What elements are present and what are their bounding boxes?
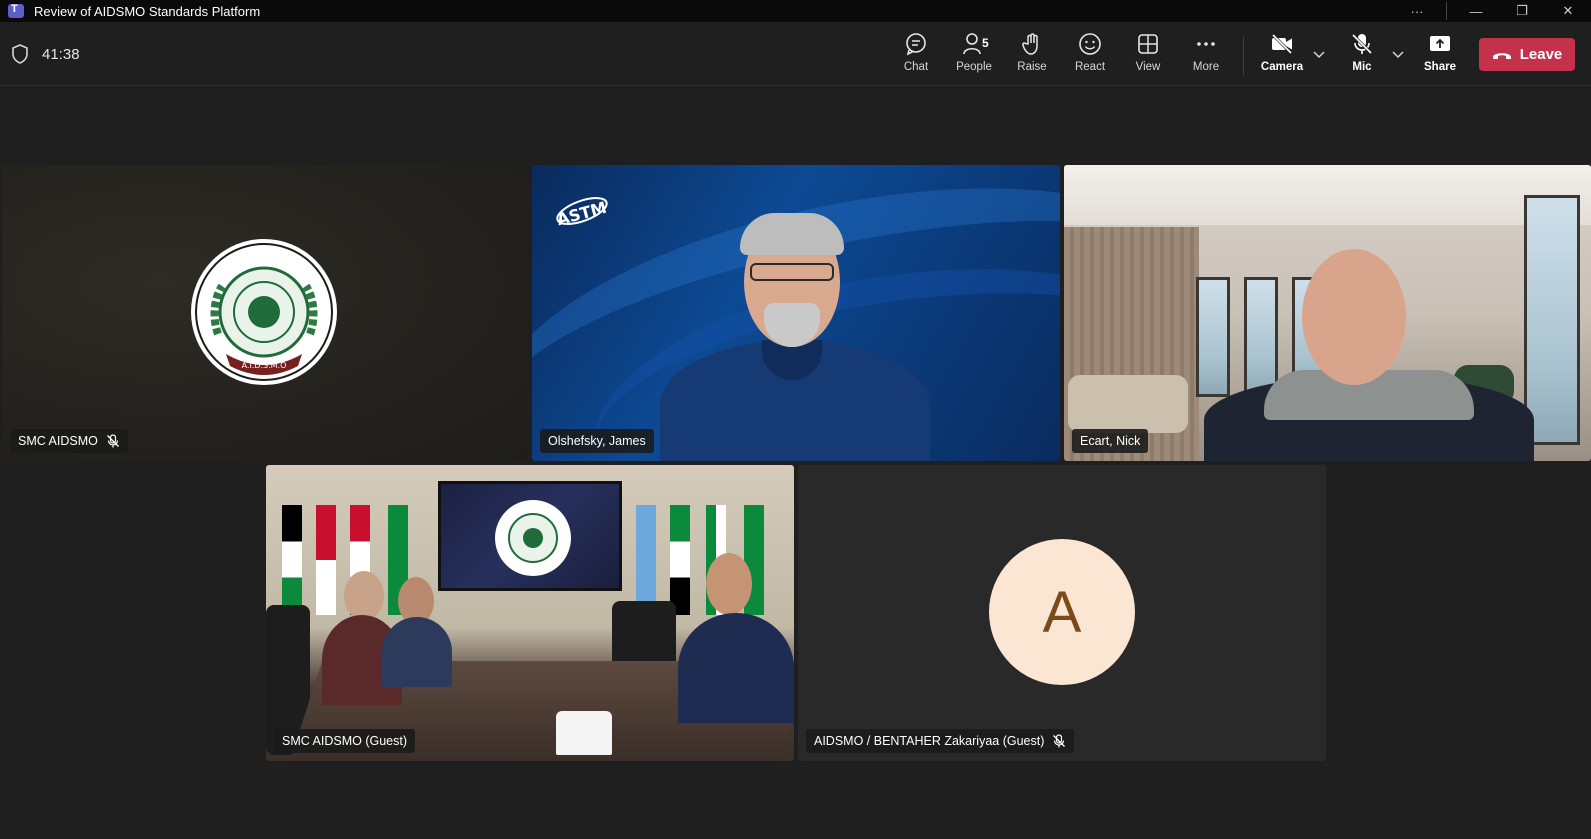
tissue-box — [556, 711, 612, 755]
seal-text: A.I.D.S.M.O — [242, 361, 287, 370]
window-controls: ··· — ❐ ✕ — [1394, 0, 1591, 22]
participant-face — [1302, 249, 1406, 385]
people-count-badge: 5 — [982, 36, 989, 50]
teams-logo-icon — [8, 3, 24, 18]
flag — [636, 505, 656, 615]
flag — [670, 505, 690, 615]
participant-name: SMC AIDSMO (Guest) — [282, 734, 408, 748]
ellipsis-icon — [1194, 32, 1218, 56]
participant-name: SMC AIDSMO — [18, 434, 98, 448]
video-tile-ecart-nick[interactable]: Ecart, Nick — [1064, 165, 1591, 461]
participant-name: AIDSMO / BENTAHER Zakariyaa (Guest) — [814, 734, 1045, 748]
attendee-body — [678, 613, 794, 723]
eyeglasses-icon — [750, 263, 834, 281]
aidsmo-seal-logo-icon: A.I.D.S.M.O — [191, 239, 337, 385]
video-tile-smc-aidsmo-guest[interactable]: SMC AIDSMO (Guest) — [266, 465, 794, 761]
view-button[interactable]: View — [1120, 32, 1176, 78]
share-button[interactable]: Share — [1412, 32, 1468, 78]
close-button[interactable]: ✕ — [1545, 0, 1591, 22]
flag — [282, 505, 302, 615]
phone-hangup-icon — [1492, 52, 1511, 59]
leave-button[interactable]: Leave — [1479, 38, 1575, 71]
minimize-button[interactable]: — — [1453, 0, 1499, 22]
astm-logo-text: ASTM — [555, 198, 609, 229]
room-window — [1244, 277, 1278, 397]
participant-name-tag: Olshefsky, James — [540, 429, 654, 453]
room-window — [1196, 277, 1230, 397]
muted-mic-icon — [1052, 734, 1066, 748]
react-label: React — [1074, 61, 1106, 73]
mic-button[interactable]: Mic — [1334, 32, 1390, 78]
window-more-button[interactable]: ··· — [1394, 0, 1440, 22]
avatar: A — [989, 539, 1135, 685]
avatar-initial: A — [1042, 579, 1082, 645]
room-window — [1524, 195, 1580, 445]
meeting-timer: 41:38 — [42, 46, 80, 63]
camera-button[interactable]: Camera — [1254, 32, 1310, 78]
attendee-face — [344, 571, 384, 621]
restore-button[interactable]: ❐ — [1499, 0, 1545, 22]
share-label: Share — [1424, 61, 1456, 73]
react-button[interactable]: React — [1062, 32, 1118, 78]
people-button[interactable]: 5 People — [946, 32, 1002, 78]
chat-button[interactable]: Chat — [888, 32, 944, 78]
chat-icon — [904, 32, 928, 56]
more-button[interactable]: More — [1178, 32, 1234, 78]
mic-options-chevron-icon[interactable] — [1391, 48, 1405, 62]
attendee-body — [382, 617, 452, 687]
camera-label: Camera — [1260, 61, 1304, 73]
share-screen-icon — [1428, 32, 1452, 56]
chat-label: Chat — [903, 61, 929, 73]
participant-name: Ecart, Nick — [1080, 434, 1141, 448]
participant-name-tag: SMC AIDSMO — [10, 429, 128, 453]
camera-options-chevron-icon[interactable] — [1312, 48, 1326, 62]
video-tile-bentaher-zakariyaa-guest[interactable]: A AIDSMO / BENTAHER Zakariyaa (Guest) — [798, 465, 1326, 761]
raise-label: Raise — [1017, 61, 1047, 73]
participant-name: Olshefsky, James — [548, 434, 646, 448]
astm-logo-icon: ASTM — [555, 197, 609, 229]
mic-label: Mic — [1352, 61, 1372, 73]
camera-off-icon — [1270, 32, 1294, 56]
mic-off-icon — [1350, 32, 1374, 56]
participant-hair — [740, 213, 844, 255]
smiley-icon — [1078, 32, 1102, 56]
attendee-face — [706, 553, 752, 615]
view-label: View — [1135, 61, 1161, 73]
aidsmo-seal-logo-icon — [495, 500, 571, 576]
participant-name-tag: AIDSMO / BENTAHER Zakariyaa (Guest) — [806, 729, 1075, 753]
people-label: People — [956, 61, 992, 73]
video-tile-smc-aidsmo[interactable]: A.I.D.S.M.O SMC AIDSMO — [2, 165, 528, 461]
window-controls-divider — [1446, 2, 1447, 20]
title-bar: Review of AIDSMO Standards Platform ··· … — [0, 0, 1591, 22]
window-title: Review of AIDSMO Standards Platform — [34, 3, 261, 19]
leave-label: Leave — [1519, 46, 1563, 63]
wall-display-screen — [438, 481, 622, 591]
meeting-toolbar: 41:38 Chat 5 People Raise React View Mor… — [0, 22, 1591, 86]
grid-view-icon — [1136, 32, 1160, 56]
hand-icon — [1020, 32, 1044, 56]
flag — [316, 505, 336, 615]
raise-hand-button[interactable]: Raise — [1004, 32, 1060, 78]
participant-name-tag: Ecart, Nick — [1072, 429, 1149, 453]
sofa — [1068, 375, 1188, 433]
shield-icon[interactable] — [12, 44, 28, 64]
more-label: More — [1192, 61, 1220, 73]
participant-name-tag: SMC AIDSMO (Guest) — [274, 729, 416, 753]
video-tile-olshefsky-james[interactable]: ASTM Olshefsky, James — [532, 165, 1060, 461]
room-ceiling — [1064, 165, 1591, 225]
muted-mic-icon — [106, 434, 120, 448]
toolbar-divider — [1243, 36, 1244, 76]
